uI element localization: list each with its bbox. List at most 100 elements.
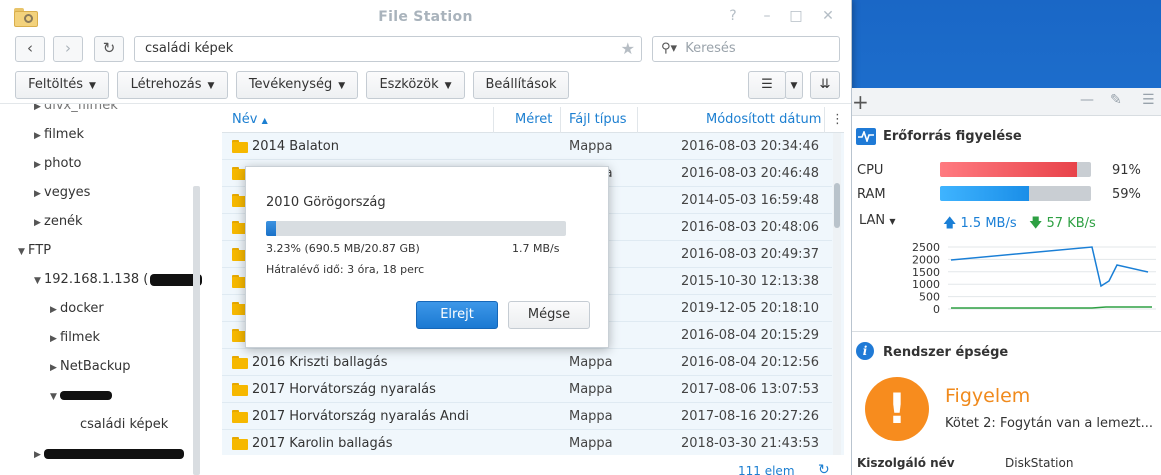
refresh-icon: ↻ <box>102 39 116 57</box>
warning-message: Kötet 2: Fogytán van a lemezt... <box>945 416 1154 431</box>
tree-item-netbackup[interactable]: ▶ NetBackup <box>50 357 130 377</box>
tree-item-ftp-server[interactable]: ▼ 192.168.1.138 ( <box>34 270 203 290</box>
tree-item-divx-filmek[interactable]: ▶ divx_filmek <box>34 104 118 116</box>
file-modified: 2016-08-04 20:15:29 <box>681 328 820 343</box>
file-modified: 2016-08-03 20:34:46 <box>681 139 820 154</box>
list-view-button[interactable]: ☰ <box>748 71 786 99</box>
column-type[interactable]: Fájl típus <box>569 107 627 133</box>
maximize-icon[interactable]: □ <box>787 8 805 24</box>
chevron-down-icon: ▼ <box>50 392 57 402</box>
lan-download-value: 57 KB/s <box>1046 216 1096 231</box>
cancel-button[interactable]: Mégse <box>508 301 590 329</box>
collapse-icon[interactable]: — <box>1080 92 1094 108</box>
forward-button[interactable]: › <box>53 36 83 62</box>
file-type: Mappa <box>569 436 613 451</box>
folder-icon <box>232 437 248 450</box>
chart-ytick-label: 500 <box>919 291 940 304</box>
title-bar[interactable]: File Station ? – □ ✕ <box>0 0 851 34</box>
widget-menu-icon[interactable]: ☰ <box>1142 92 1155 108</box>
progress-fill <box>266 221 276 236</box>
column-name[interactable]: Név ▲ <box>232 107 268 133</box>
folder-icon <box>232 356 248 369</box>
tree-label: docker <box>60 301 104 316</box>
file-name: 2016 Kriszti ballagás <box>252 355 388 370</box>
tree-item-vegyes[interactable]: ▶ vegyes <box>34 183 90 203</box>
tree-item-redacted-server[interactable]: ▶ <box>34 444 184 464</box>
tree-label: családi képek <box>80 417 169 432</box>
sidebar-scrollbar[interactable] <box>193 186 200 475</box>
resource-monitor-icon <box>856 128 876 145</box>
action-button[interactable]: Tevékenység ▼ <box>236 71 358 99</box>
sort-button[interactable]: ⇊ <box>810 71 840 99</box>
warning-title: Figyelem <box>945 385 1031 407</box>
path-field[interactable]: családi képek ★ <box>134 36 642 62</box>
dialog-title: 2010 Görögország <box>266 195 386 210</box>
column-modified[interactable]: Módosított dátum <box>706 107 821 133</box>
file-row[interactable]: 2017 Horvátország nyaralás Andi Mappa 2017… <box>222 403 832 430</box>
view-dropdown-button[interactable]: ▼ <box>785 71 803 99</box>
minimize-icon[interactable]: – <box>758 8 776 24</box>
add-widget-icon[interactable]: + <box>852 90 869 114</box>
tools-button[interactable]: Eszközök ▼ <box>366 71 465 99</box>
search-input[interactable]: ⚲▾ Keresés <box>652 36 840 62</box>
arrow-down-icon: 🡇 <box>1029 216 1043 231</box>
tree-item-redacted-folder[interactable]: ▼ <box>50 386 112 406</box>
chevron-right-icon: ▶ <box>50 334 57 344</box>
file-row[interactable]: 2017 Horvátország nyaralás Mappa 2017-08-0… <box>222 376 832 403</box>
chevron-down-icon: ▼ <box>34 276 41 286</box>
chevron-right-icon: ▶ <box>34 131 41 141</box>
file-modified: 2016-08-03 20:46:48 <box>681 166 820 181</box>
chevron-right-icon: ▶ <box>34 450 41 460</box>
file-row[interactable]: 2017 Karolin ballagás Mappa 2018-03-30 21:… <box>222 430 832 455</box>
navigation-bar: ‹ › ↻ családi képek ★ ⚲▾ Keresés <box>0 34 851 64</box>
tree-label: FTP <box>28 243 52 258</box>
chevron-right-icon: › <box>65 39 71 57</box>
tree-item-filmek-ftp[interactable]: ▶ filmek <box>50 328 100 348</box>
back-button[interactable]: ‹ <box>15 36 45 62</box>
cpu-bar <box>940 162 1091 177</box>
file-type: Mappa <box>569 139 613 154</box>
hide-button[interactable]: Elrejt <box>416 301 498 329</box>
create-button[interactable]: Létrehozás ▼ <box>117 71 228 99</box>
column-options-icon[interactable]: ⋮ <box>831 107 844 133</box>
refresh-icon[interactable]: ↻ <box>818 462 830 475</box>
network-chart: 2500 2000 1500 1000 500 0 <box>852 236 1161 322</box>
tree-item-ftp[interactable]: ▼ FTP <box>18 241 51 261</box>
column-size[interactable]: Méret <box>515 107 552 133</box>
folder-icon <box>232 140 248 153</box>
tree-label: divx_filmek <box>44 104 118 113</box>
file-name: 2017 Horvátország nyaralás <box>252 382 436 397</box>
tree-item-photo[interactable]: ▶ photo <box>34 154 82 174</box>
progress-text: 3.23% (690.5 MB/20.87 GB) <box>266 242 420 255</box>
chart-ytick-label: 0 <box>933 303 940 316</box>
system-health-title: Rendszer épsége <box>883 345 1009 360</box>
refresh-button[interactable]: ↻ <box>94 36 124 62</box>
pin-icon[interactable]: ✎ <box>1110 92 1122 108</box>
scrollbar-thumb[interactable] <box>834 183 840 228</box>
chevron-left-icon: ‹ <box>27 39 33 57</box>
tree-item-docker[interactable]: ▶ docker <box>50 299 104 319</box>
lan-dropdown[interactable]: LAN ▼ <box>859 213 895 228</box>
help-icon[interactable]: ? <box>724 8 742 24</box>
tree-item-filmek[interactable]: ▶ filmek <box>34 125 84 145</box>
upload-button[interactable]: Feltöltés ▼ <box>15 71 109 99</box>
file-list-header: Név ▲ Méret Fájl típus Módosított dátum … <box>222 107 844 133</box>
tree-item-csaladi-kepek[interactable]: családi képek <box>80 415 168 435</box>
file-list-scrollbar[interactable] <box>833 133 841 455</box>
caret-down-icon: ▼ <box>207 81 215 91</box>
star-icon[interactable]: ★ <box>621 37 635 61</box>
file-row[interactable]: 2014 Balaton Mappa 2016-08-03 20:34:46 <box>222 133 832 160</box>
sort-icon: ⇊ <box>819 77 831 92</box>
close-icon[interactable]: ✕ <box>819 8 837 24</box>
lan-upload-value: 1.5 MB/s <box>960 216 1017 231</box>
file-modified: 2014-05-03 16:59:48 <box>681 193 820 208</box>
tree-item-zenek[interactable]: ▶ zenék <box>34 212 83 232</box>
file-modified: 2016-08-03 20:48:06 <box>681 220 820 235</box>
file-row[interactable]: 2016 Kriszti ballagás Mappa 2016-08-04 20:… <box>222 349 832 376</box>
file-modified: 2016-08-03 20:49:37 <box>681 247 820 262</box>
chart-ytick-label: 2000 <box>912 253 940 266</box>
chevron-right-icon: ▶ <box>34 160 41 170</box>
chevron-down-icon: ▼ <box>18 247 25 257</box>
settings-button[interactable]: Beállítások <box>473 71 569 99</box>
redaction-mark <box>44 448 184 459</box>
